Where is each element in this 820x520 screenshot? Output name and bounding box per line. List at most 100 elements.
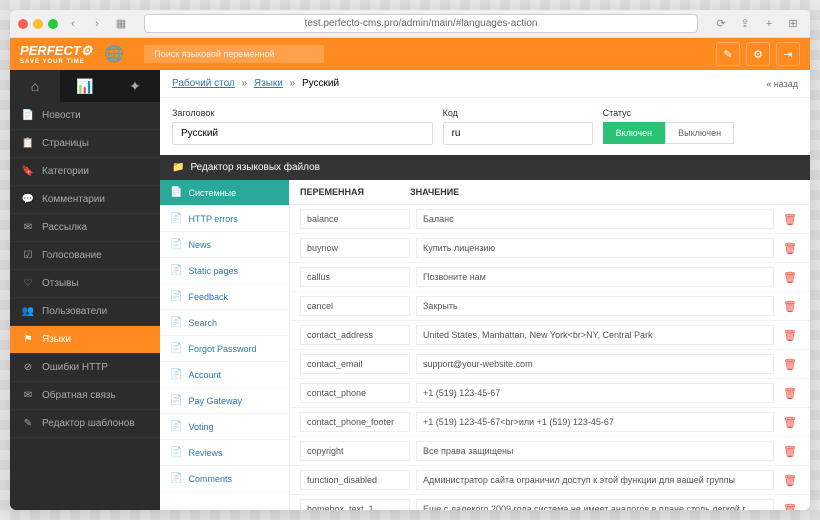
var-input[interactable] (300, 296, 410, 316)
var-input[interactable] (300, 383, 410, 403)
val-input[interactable] (416, 209, 774, 229)
tab-plugins[interactable]: ✦ (110, 70, 160, 102)
val-input[interactable] (416, 383, 774, 403)
sidebar-item-6[interactable]: ♡Отзывы (10, 270, 160, 298)
sidebar-item-1[interactable]: 📋Страницы (10, 130, 160, 158)
status-off-button[interactable]: Выключен (665, 122, 734, 144)
sidebar-item-10[interactable]: ✉Обратная связь (10, 382, 160, 410)
breadcrumb-link[interactable]: Рабочий стол (172, 78, 235, 89)
var-input[interactable] (300, 412, 410, 432)
delete-icon[interactable]: 🗑 (780, 416, 800, 429)
val-input[interactable] (416, 325, 774, 345)
sidebar-icon: 📄 (22, 110, 34, 121)
file-icon: 📄 (170, 187, 182, 198)
sidebar-icon: 💬 (22, 194, 34, 205)
maximize-window-icon[interactable] (48, 19, 58, 29)
val-input[interactable] (416, 296, 774, 316)
file-item[interactable]: 📄Forgot Password (160, 336, 289, 362)
var-input[interactable] (300, 267, 410, 287)
val-input[interactable] (416, 412, 774, 432)
sidebar-item-9[interactable]: ⊘Ошибки HTTP (10, 354, 160, 382)
sidebar-item-4[interactable]: ✉Рассылка (10, 214, 160, 242)
file-item[interactable]: 📄 HTTP errors (160, 206, 289, 232)
file-label: Voting (188, 422, 213, 432)
delete-icon[interactable]: 🗑 (780, 271, 800, 284)
share-icon[interactable]: ⇪ (736, 15, 754, 33)
logout-button[interactable]: ⇥ (776, 42, 800, 66)
main-content: Рабочий стол » Языки » Русский « назад З… (160, 70, 810, 510)
val-input[interactable] (416, 470, 774, 490)
back-nav-icon[interactable]: ‹ (64, 15, 82, 33)
close-window-icon[interactable] (18, 19, 28, 29)
tab-stats[interactable]: 📊 (60, 70, 110, 102)
search-input[interactable] (144, 45, 324, 63)
val-input[interactable] (416, 238, 774, 258)
new-tab-icon[interactable]: + (760, 15, 778, 33)
var-input[interactable] (300, 470, 410, 490)
url-bar[interactable]: test.perfecto-cms.pro/admin/main/#langua… (144, 14, 698, 33)
minimize-window-icon[interactable] (33, 19, 43, 29)
file-icon: 📄 (170, 473, 182, 484)
file-item[interactable]: 📄Search (160, 310, 289, 336)
file-icon: 📄 (170, 291, 182, 302)
file-item[interactable]: 📄Static pages (160, 258, 289, 284)
reload-icon[interactable]: ⟳ (712, 15, 730, 33)
sidebar-item-label: Комментарии (42, 194, 105, 205)
breadcrumb-link[interactable]: Языки (254, 78, 283, 89)
back-button[interactable]: « назад (766, 79, 798, 89)
sidebar-item-7[interactable]: 👥Пользователи (10, 298, 160, 326)
var-input[interactable] (300, 238, 410, 258)
sidebar-item-label: Языки (42, 334, 71, 345)
code-input[interactable] (443, 122, 593, 145)
tab-home[interactable]: ⌂ (10, 70, 60, 102)
tabs-icon[interactable]: ▦ (112, 15, 130, 33)
delete-icon[interactable]: 🗑 (780, 242, 800, 255)
var-input[interactable] (300, 325, 410, 345)
delete-icon[interactable]: 🗑 (780, 213, 800, 226)
var-input[interactable] (300, 209, 410, 229)
sidebar-icon: ✉ (22, 222, 34, 233)
file-item[interactable]: 📄Reviews (160, 440, 289, 466)
delete-icon[interactable]: 🗑 (780, 300, 800, 313)
delete-icon[interactable]: 🗑 (780, 474, 800, 487)
forward-nav-icon[interactable]: › (88, 15, 106, 33)
sidebar-item-8[interactable]: ⚑Языки (10, 326, 160, 354)
file-label: Pay Gateway (188, 396, 242, 406)
delete-icon[interactable]: 🗑 (780, 387, 800, 400)
file-item[interactable]: 📄Voting (160, 414, 289, 440)
file-icon: 📄 (170, 213, 182, 224)
settings-button[interactable]: ⚙ (746, 42, 770, 66)
var-input[interactable] (300, 499, 410, 510)
file-item[interactable]: 📄Account (160, 362, 289, 388)
var-input[interactable] (300, 354, 410, 374)
file-item[interactable]: 📄Системные (160, 180, 289, 206)
var-input[interactable] (300, 441, 410, 461)
status-on-button[interactable]: Включен (603, 122, 666, 144)
delete-icon[interactable]: 🗑 (780, 445, 800, 458)
title-input[interactable] (172, 122, 433, 145)
sidebar-icon: ⊘ (22, 362, 34, 373)
delete-icon[interactable]: 🗑 (780, 503, 800, 511)
folder-icon: 📁 (172, 162, 184, 173)
sidebar-item-2[interactable]: 🔖Категории (10, 158, 160, 186)
val-input[interactable] (416, 441, 774, 461)
sidebar-item-0[interactable]: 📄Новости (10, 102, 160, 130)
table-row: 🗑 (290, 437, 810, 466)
sidebar-item-3[interactable]: 💬 Комментарии (10, 186, 160, 214)
file-item[interactable]: 📄News (160, 232, 289, 258)
sidebar-item-11[interactable]: ✎Редактор шаблонов (10, 410, 160, 438)
delete-icon[interactable]: 🗑 (780, 358, 800, 371)
file-item[interactable]: 📄Feedback (160, 284, 289, 310)
file-label: HTTP errors (188, 214, 237, 224)
browser-chrome: ‹ › ▦ test.perfecto-cms.pro/admin/main/#… (10, 10, 810, 38)
val-input[interactable] (416, 267, 774, 287)
sidebar-item-5[interactable]: ☑Голосование (10, 242, 160, 270)
val-input[interactable] (416, 354, 774, 374)
delete-icon[interactable]: 🗑 (780, 329, 800, 342)
val-input[interactable] (416, 499, 774, 510)
globe-icon[interactable]: 🌐 (104, 44, 124, 64)
edit-button[interactable]: ✎ (716, 42, 740, 66)
file-item[interactable]: 📄Comments (160, 466, 289, 492)
tabs-overview-icon[interactable]: ⊞ (784, 15, 802, 33)
file-item[interactable]: 📄Pay Gateway (160, 388, 289, 414)
